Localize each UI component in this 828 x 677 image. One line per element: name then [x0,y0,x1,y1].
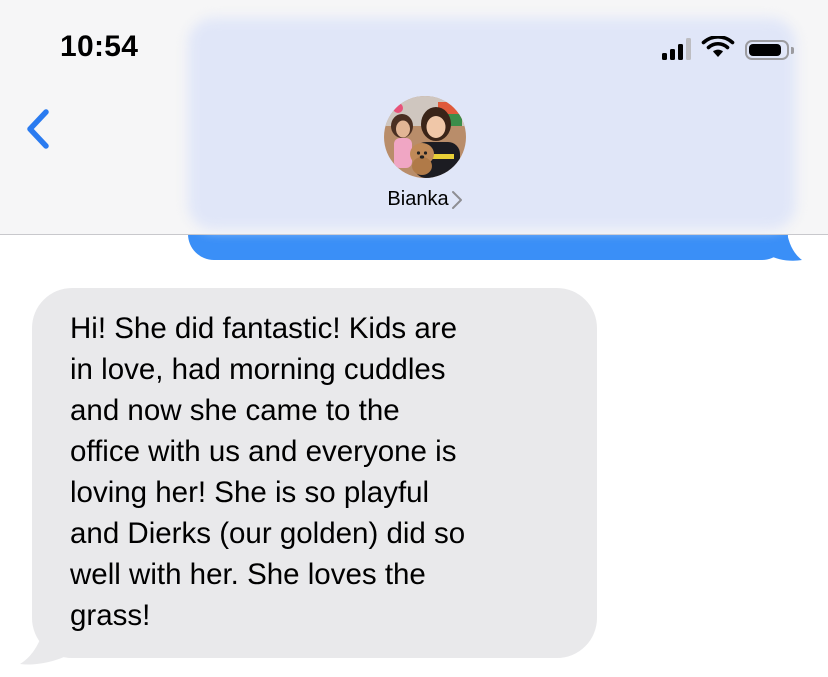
conversation-header: 10:54 Bianka [0,0,828,235]
back-button[interactable] [20,104,60,154]
chevron-right-icon [451,190,462,209]
received-message-text: Hi! She did fantastic! Kids are in love,… [70,312,466,632]
battery-icon [745,40,794,60]
signal-icon [662,38,691,60]
contact-info-button[interactable]: Bianka [340,96,510,211]
chevron-left-icon [27,109,49,149]
received-bubble-tail [20,622,66,665]
contact-avatar[interactable] [384,96,466,178]
contact-name: Bianka [387,188,449,210]
status-icons [662,36,794,60]
wifi-icon [701,36,735,57]
status-time: 10:54 [60,30,139,63]
received-message-bubble[interactable]: Hi! She did fantastic! Kids are in love,… [32,288,597,658]
